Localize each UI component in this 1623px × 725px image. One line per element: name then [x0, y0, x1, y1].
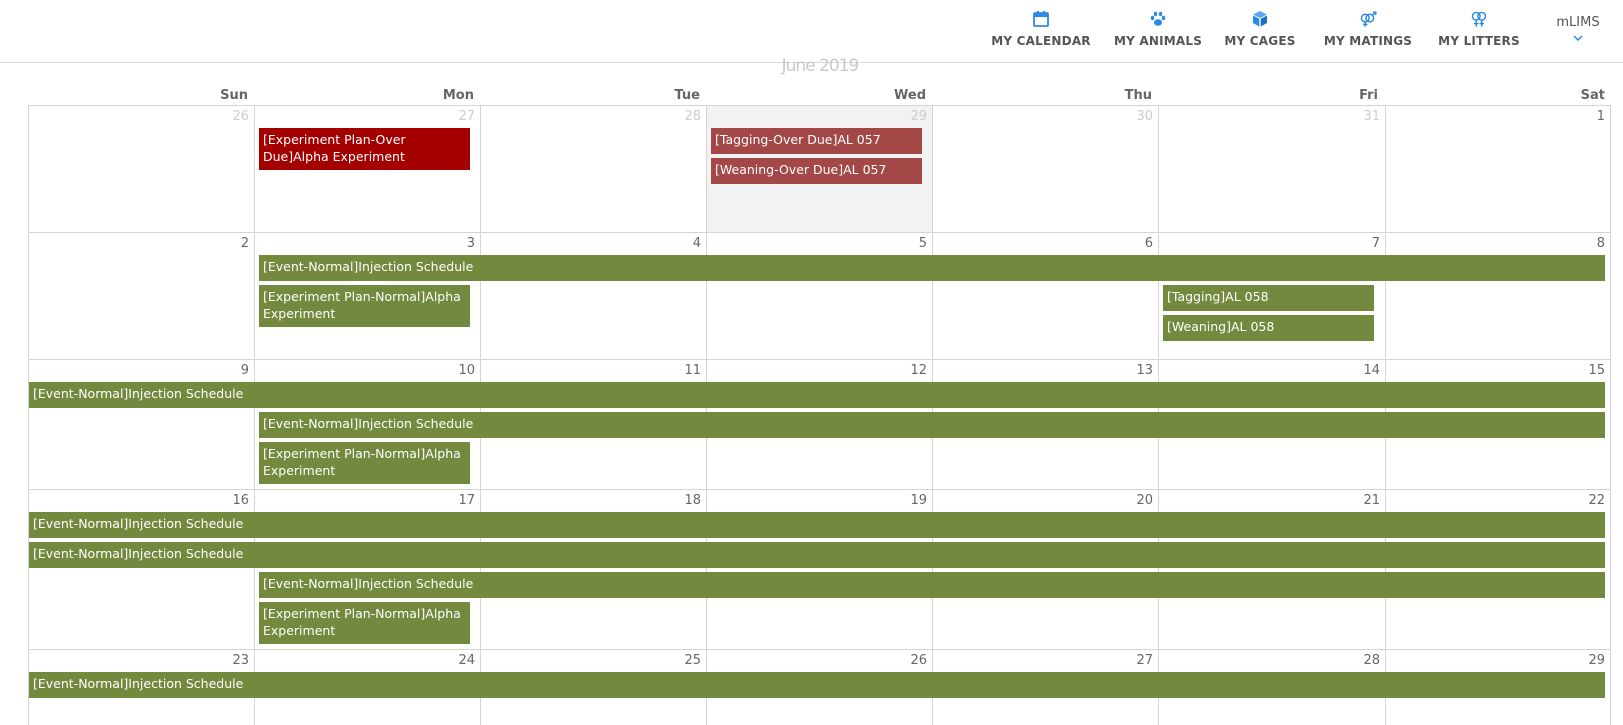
day-cell[interactable]: 6 [932, 232, 1158, 359]
venus-double-icon [1471, 11, 1487, 27]
day-number: 28 [1363, 653, 1380, 668]
day-number: 5 [918, 236, 927, 251]
event-tagging[interactable]: [Tagging]AL 058 [1163, 285, 1374, 311]
nav-my-litters[interactable]: MY LITTERS [1438, 9, 1520, 53]
nav-label: MY MATINGS [1323, 34, 1413, 48]
event-experiment-plan-overdue[interactable]: [Experiment Plan-Over Due]Alpha Experime… [259, 128, 470, 170]
day-cell[interactable]: 8 [1385, 232, 1611, 359]
event-injection-schedule[interactable]: [Event-Normal]Injection Schedule [29, 542, 1605, 568]
week-row: 9 10 11 12 13 14 15 [Event-Normal]Inject… [28, 359, 1611, 489]
nav-label: MY LITTERS [1438, 34, 1520, 48]
day-cell[interactable]: 5 [706, 232, 932, 359]
day-cell[interactable]: 31 [1158, 105, 1385, 232]
weekday-label: Fri [1359, 88, 1378, 103]
week-row: 16 17 18 19 20 21 22 [Event-Normal]Injec… [28, 489, 1611, 649]
day-cell[interactable]: 2 [28, 232, 254, 359]
day-number: 9 [240, 363, 249, 378]
day-cell[interactable]: 28 [480, 105, 706, 232]
week-row: 23 24 25 26 27 28 29 [Event-Normal]Injec… [28, 649, 1611, 725]
day-number: 29 [910, 109, 927, 124]
venus-mars-icon [1360, 11, 1377, 27]
day-number: 3 [466, 236, 475, 251]
weekday-label: Sat [1580, 88, 1605, 103]
event-weaning-overdue[interactable]: [Weaning-Over Due]AL 057 [711, 158, 922, 184]
day-number: 17 [458, 493, 475, 508]
paw-icon [1150, 11, 1166, 26]
event-weaning[interactable]: [Weaning]AL 058 [1163, 315, 1374, 341]
day-number: 27 [458, 109, 475, 124]
event-injection-schedule[interactable]: [Event-Normal]Injection Schedule [259, 412, 1605, 438]
event-experiment-plan[interactable]: [Experiment Plan-Normal]Alpha Experiment [259, 442, 470, 484]
nav-my-animals[interactable]: MY ANIMALS [1114, 9, 1202, 53]
event-injection-schedule[interactable]: [Event-Normal]Injection Schedule [259, 572, 1605, 598]
event-experiment-plan[interactable]: [Experiment Plan-Normal]Alpha Experiment [259, 602, 470, 644]
weekday-label: Sun [220, 88, 248, 103]
nav-label: MY ANIMALS [1113, 34, 1203, 48]
weekday-label: Mon [442, 88, 474, 103]
weekday-label: Thu [1124, 88, 1152, 103]
day-number: 25 [684, 653, 701, 668]
day-number: 28 [684, 109, 701, 124]
day-number: 23 [232, 653, 249, 668]
event-injection-schedule[interactable]: [Event-Normal]Injection Schedule [29, 672, 1605, 698]
event-injection-schedule[interactable]: [Event-Normal]Injection Schedule [29, 382, 1605, 408]
day-cell[interactable]: 9 [28, 359, 254, 489]
event-experiment-plan[interactable]: [Experiment Plan-Normal]Alpha Experiment [259, 285, 470, 327]
day-number: 18 [684, 493, 701, 508]
month-grid: 26 27 28 29 30 31 1 [Experiment Plan-Ove… [28, 105, 1611, 725]
day-number: 26 [910, 653, 927, 668]
day-number: 8 [1596, 236, 1605, 251]
weekday-label: Tue [674, 88, 700, 103]
month-title: June 2019 [781, 56, 860, 76]
day-number: 19 [910, 493, 927, 508]
event-injection-schedule[interactable]: [Event-Normal]Injection Schedule [259, 255, 1605, 281]
nav-label: MY CALENDAR [991, 34, 1091, 48]
top-navigation-bar: MY CALENDAR MY ANIMALS MY CAGES MY MATIN… [0, 0, 1623, 63]
day-number: 29 [1588, 653, 1605, 668]
day-number: 16 [232, 493, 249, 508]
day-number: 30 [1136, 109, 1153, 124]
week-row: 26 27 28 29 30 31 1 [Experiment Plan-Ove… [28, 105, 1611, 232]
day-number: 11 [684, 363, 701, 378]
day-cell[interactable]: 26 [28, 105, 254, 232]
day-number: 13 [1136, 363, 1153, 378]
chevron-down-icon [1573, 35, 1583, 42]
weekday-header-row: Sun Mon Tue Wed Thu Fri Sat [28, 88, 1611, 104]
nav-my-cages[interactable]: MY CAGES [1224, 9, 1296, 53]
day-cell[interactable]: 1 [1385, 105, 1611, 232]
day-number: 31 [1363, 109, 1380, 124]
event-injection-schedule[interactable]: [Event-Normal]Injection Schedule [29, 512, 1605, 538]
weekday-label: Wed [894, 88, 926, 103]
calendar-icon [1033, 11, 1049, 27]
day-number: 24 [458, 653, 475, 668]
day-number: 10 [458, 363, 475, 378]
day-number: 21 [1363, 493, 1380, 508]
week-row: 2 3 4 5 6 7 8 [Event-Normal]Injection Sc… [28, 232, 1611, 359]
day-number: 27 [1136, 653, 1153, 668]
user-name: mLIMS [1556, 15, 1600, 30]
nav-my-matings[interactable]: MY MATINGS [1320, 9, 1416, 53]
day-number: 4 [692, 236, 701, 251]
day-number: 1 [1596, 109, 1605, 124]
day-number: 20 [1136, 493, 1153, 508]
day-number: 12 [910, 363, 927, 378]
day-cell[interactable]: 4 [480, 232, 706, 359]
day-number: 26 [232, 109, 249, 124]
day-number: 2 [240, 236, 249, 251]
user-menu[interactable]: mLIMS [1548, 15, 1608, 42]
nav-my-calendar[interactable]: MY CALENDAR [991, 9, 1091, 53]
day-number: 14 [1363, 363, 1380, 378]
day-number: 6 [1144, 236, 1153, 251]
day-number: 7 [1371, 236, 1380, 251]
day-number: 15 [1588, 363, 1605, 378]
day-cell[interactable]: 30 [932, 105, 1158, 232]
cube-icon [1253, 11, 1267, 27]
nav-label: MY CAGES [1224, 34, 1296, 48]
event-tagging-overdue[interactable]: [Tagging-Over Due]AL 057 [711, 128, 922, 154]
day-number: 22 [1588, 493, 1605, 508]
